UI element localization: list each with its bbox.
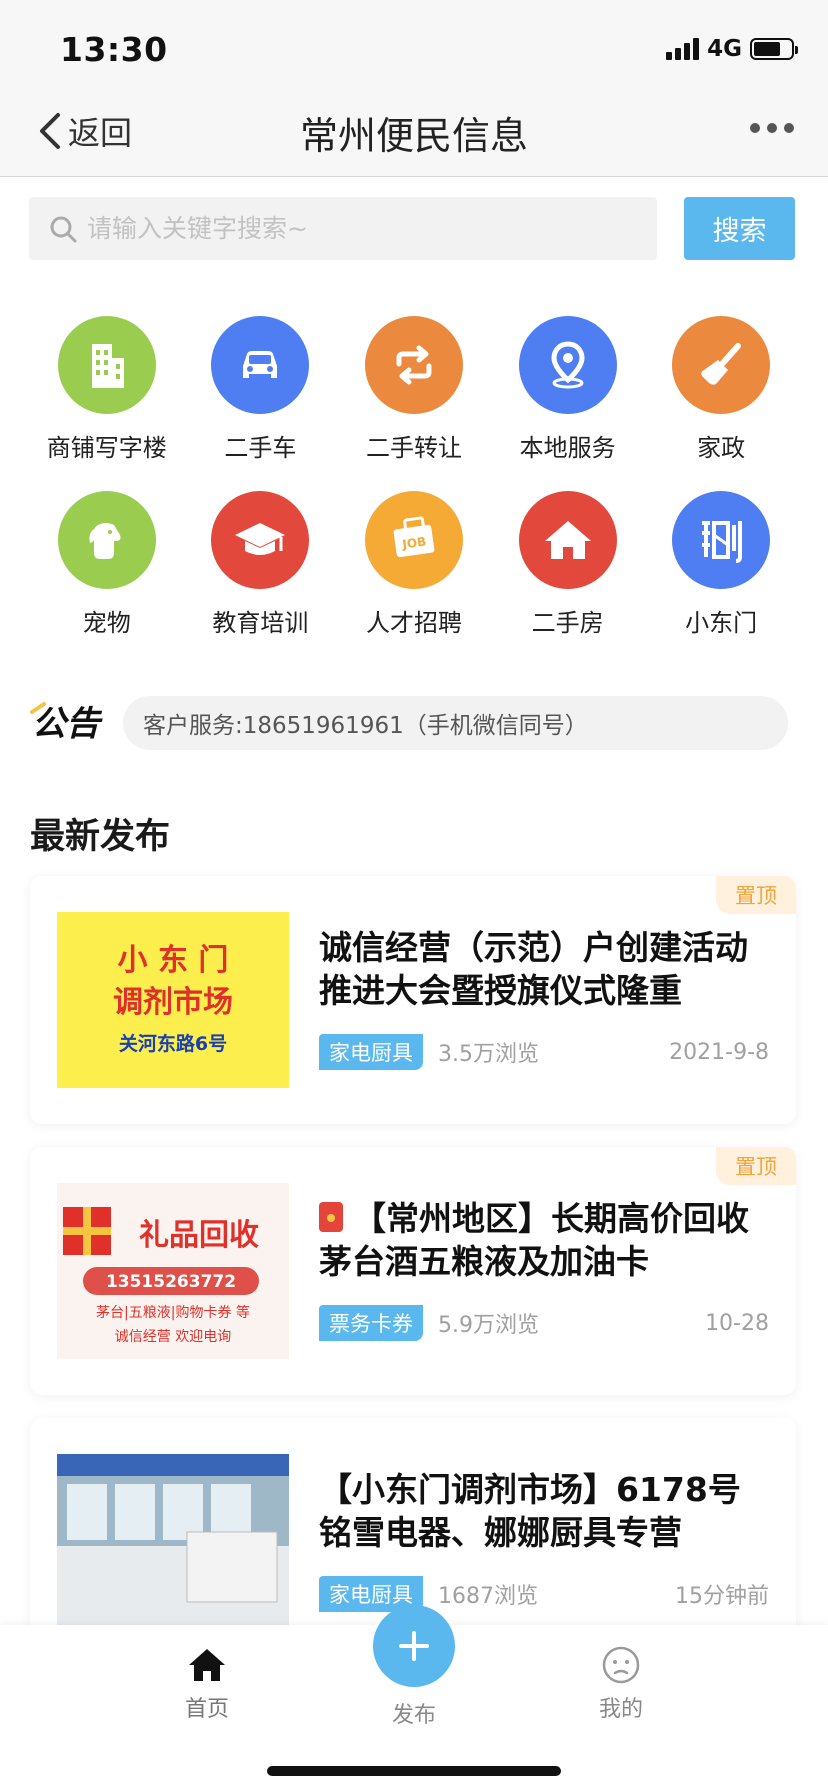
notice-badge-text: 公告 [32,704,103,744]
section-title-latest: 最新发布 [30,817,171,857]
post-title: 诚信经营（示范）户创建活动推进大会暨授旗仪式隆重 [319,928,748,1010]
graduation-cap-icon [211,491,310,589]
category-grid: 商铺写字楼 二手车 二手转让 本地服务 家政 宠物 教育培训 JOB 人才招聘 … [30,316,798,638]
post-title-text: 【常州地区】长期高价回收茅台酒五粮液及加油卡 [319,1199,749,1281]
svg-text:茅台|五粮液|购物卡券 等: 茅台|五粮液|购物卡券 等 [96,1304,250,1321]
search-bar [29,197,657,260]
status-time: 13:30 [60,30,168,69]
post-title: 【小东门调剂市场】6178号铭雪电器、娜娜厨具专营 [319,1470,741,1552]
car-icon [211,316,310,414]
post-title: 【常州地区】长期高价回收茅台酒五粮液及加油卡 [319,1197,769,1283]
pinned-badge: 置顶 [716,876,796,914]
status-indicators: 4G [666,34,798,64]
category-local-services[interactable]: 本地服务 [491,316,645,463]
home-icon [189,1649,225,1681]
post-views: 5.9万浏览 [438,1313,539,1338]
notice-badge: 公告 [30,702,103,744]
post-date: 10-28 [705,1310,769,1336]
post-card[interactable]: 小 东 门 调剂市场 关河东路6号 诚信经营（示范）户创建活动推进大会暨授旗仪式… [30,876,796,1124]
swap-icon [364,316,463,414]
tab-label: 发布 [391,1703,436,1728]
location-icon [518,316,617,414]
xiaodongmen-logo-icon [672,491,771,589]
category-pets[interactable]: 宠物 [30,491,184,638]
category-label: 小东门 [685,609,758,637]
category-label: 人才招聘 [365,609,462,637]
category-label: 二手房 [531,609,604,637]
svg-text:小 东 门: 小 东 门 [118,943,229,978]
page-title: 常州便民信息 [299,114,528,158]
category-label: 二手转让 [365,434,462,462]
signal-icon [666,38,700,60]
tab-mine[interactable]: 我的 [561,1645,681,1723]
tab-label: 首页 [184,1697,229,1722]
category-xiaodongmen[interactable]: 小东门 [644,491,798,638]
category-secondhand-house[interactable]: 二手房 [491,491,645,638]
category-used-cars[interactable]: 二手车 [184,316,338,463]
svg-text:13515263772: 13515263772 [106,1272,236,1292]
category-label: 宠物 [82,609,131,637]
category-label: 家政 [697,434,746,462]
category-secondhand-transfer[interactable]: 二手转让 [337,316,491,463]
svg-text:关河东路6号: 关河东路6号 [119,1032,227,1055]
tab-label: 我的 [598,1697,643,1722]
building-icon [57,316,156,414]
category-education[interactable]: 教育培训 [184,491,338,638]
job-icon: JOB [364,491,463,589]
plus-icon [373,1605,455,1687]
post-thumbnail: 小 东 门 调剂市场 关河东路6号 [57,912,289,1088]
category-label: 商铺写字楼 [46,434,167,462]
post-thumbnail [57,1454,289,1630]
search-icon [50,216,77,242]
category-label: 二手车 [224,434,297,462]
category-label: 本地服务 [519,434,616,462]
red-envelope-icon [319,1202,343,1232]
house-icon [518,491,617,589]
more-dots-icon [750,123,760,133]
notice-text[interactable]: 客户服务:18651961961（手机微信同号） [123,696,788,750]
category-label: 教育培训 [212,609,309,637]
more-button[interactable] [750,123,794,133]
post-category-tag: 家电厨具 [319,1034,423,1070]
publish-button[interactable]: 发布 [354,1605,474,1729]
battery-icon [750,38,798,60]
network-type: 4G [707,36,742,62]
dog-icon [57,491,156,589]
home-indicator [267,1766,561,1776]
post-meta: 票务卡券 5.9万浏览 10-28 [319,1305,769,1341]
svg-text:礼品回收: 礼品回收 [139,1218,259,1253]
search-button[interactable]: 搜索 [684,197,795,260]
post-meta: 家电厨具 3.5万浏览 2021-9-8 [319,1034,769,1070]
search-input[interactable] [87,214,627,243]
post-views: 3.5万浏览 [438,1042,539,1067]
post-date: 2021-9-8 [669,1039,769,1065]
category-housekeeping[interactable]: 家政 [644,316,798,463]
broom-icon [672,316,771,414]
post-date: 15分钟前 [675,1584,769,1609]
post-category-tag: 票务卡券 [319,1305,423,1341]
svg-text:调剂市场: 调剂市场 [113,985,233,1020]
tab-home[interactable]: 首页 [147,1645,267,1723]
top-bar: 13:30 4G 返回 常州便民信息 [0,0,828,177]
post-feed: 小 东 门 调剂市场 关河东路6号 诚信经营（示范）户创建活动推进大会暨授旗仪式… [30,876,796,1689]
category-recruitment[interactable]: JOB 人才招聘 [337,491,491,638]
pinned-badge: 置顶 [716,1147,796,1185]
face-icon [602,1646,640,1684]
svg-text:诚信经营 欢迎电询: 诚信经营 欢迎电询 [115,1329,231,1345]
post-thumbnail: 礼品回收 13515263772 茅台|五粮液|购物卡券 等 诚信经营 欢迎电询 [57,1183,289,1359]
category-shops-offices[interactable]: 商铺写字楼 [30,316,184,463]
post-card[interactable]: 礼品回收 13515263772 茅台|五粮液|购物卡券 等 诚信经营 欢迎电询… [30,1147,796,1395]
